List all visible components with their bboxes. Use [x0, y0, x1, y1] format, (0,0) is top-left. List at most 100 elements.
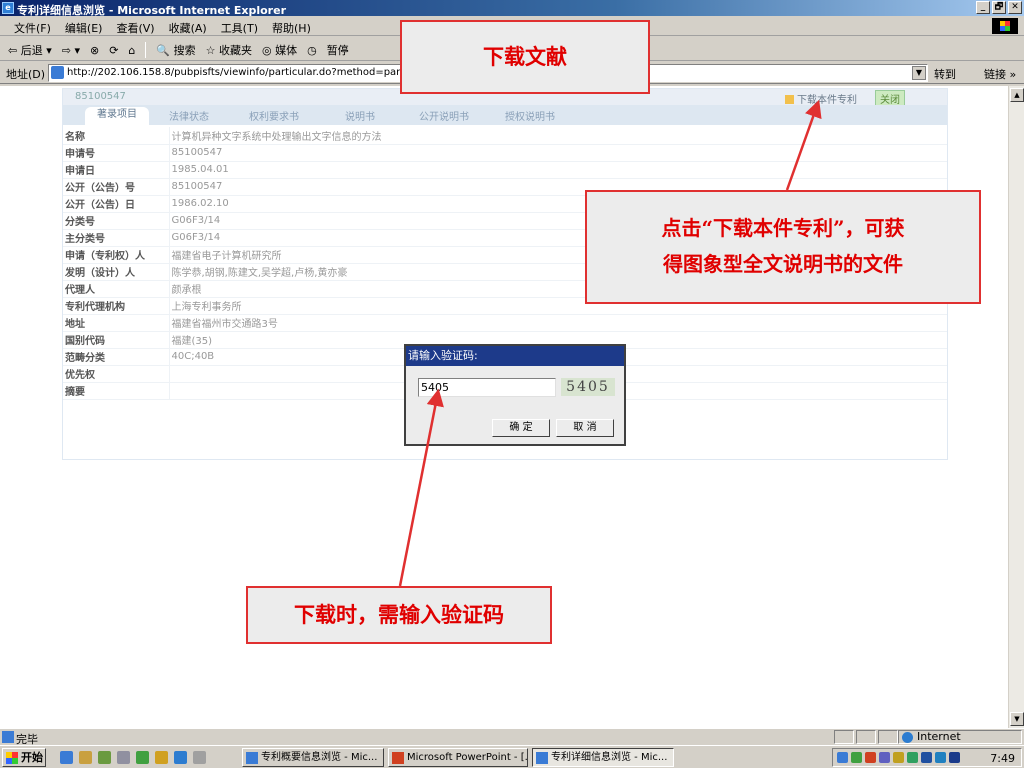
menu-view[interactable]: 查看(V): [116, 20, 154, 36]
field-value: 85100547: [168, 144, 947, 162]
field-label: 优先权: [63, 365, 169, 383]
tray-icon-4[interactable]: [879, 752, 890, 763]
confirm-button[interactable]: 确 定: [492, 419, 550, 437]
callout-captcha-hint: 下载时，需输入验证码: [246, 586, 552, 644]
windows-logo-icon: [992, 18, 1018, 34]
home-icon[interactable]: ⌂: [128, 44, 135, 57]
tray-icon-1[interactable]: [837, 752, 848, 763]
scroll-down-icon[interactable]: ▼: [1010, 712, 1024, 726]
callout-download-hint: 点击“下载本件专利”，可获 得图象型全文说明书的文件: [585, 190, 981, 304]
app-quicklaunch-icon[interactable]: [174, 751, 187, 764]
field-label: 申请（专利权）人: [63, 246, 169, 264]
ime-icon[interactable]: [949, 752, 960, 763]
tab-grant-description[interactable]: 授权说明书: [505, 108, 555, 123]
cancel-button[interactable]: 取 消: [556, 419, 614, 437]
close-window-button[interactable]: ✕: [1008, 1, 1022, 14]
app2-quicklaunch-icon[interactable]: [193, 751, 206, 764]
tab-bibliographic[interactable]: 著录项目: [85, 107, 149, 125]
field-label: 公开（公告）日: [63, 195, 169, 213]
tab-publication-description[interactable]: 公开说明书: [419, 108, 469, 123]
status-bar: 完毕 Internet: [0, 728, 1024, 746]
ie-icon: e: [2, 2, 14, 14]
window-title-bar[interactable]: e 专利详细信息浏览 - Microsoft Internet Explorer…: [0, 0, 1024, 17]
field-label: 地址: [63, 314, 169, 332]
page-status-icon: [2, 731, 14, 743]
field-value: 福建省福州市交通路3号: [168, 314, 947, 332]
tray-icon-3[interactable]: [865, 752, 876, 763]
tab-legal-status[interactable]: 法律状态: [169, 108, 209, 123]
patent-tabs: 著录项目 法律状态 权利要求书 说明书 公开说明书 授权说明书: [63, 105, 947, 125]
ie-quicklaunch-icon[interactable]: [60, 751, 73, 764]
field-label: 专利代理机构: [63, 297, 169, 315]
tray-icon-2[interactable]: [851, 752, 862, 763]
minimize-button[interactable]: _: [976, 1, 990, 14]
start-button[interactable]: 开始: [2, 748, 46, 767]
tree-quicklaunch-icon[interactable]: [155, 751, 168, 764]
restore-button[interactable]: 🗗: [992, 1, 1006, 14]
field-label: 申请号: [63, 144, 169, 162]
back-button[interactable]: ⇦ 后退 ▾: [8, 42, 52, 58]
system-tray: 7:49: [832, 748, 1022, 767]
field-label: 代理人: [63, 280, 169, 298]
quick-launch: [60, 751, 206, 764]
clock: 7:49: [990, 752, 1015, 765]
vertical-scrollbar[interactable]: ▲ ▼: [1008, 86, 1024, 728]
download-patent-link[interactable]: 下载本件专利: [785, 91, 857, 106]
field-label: 国别代码: [63, 331, 169, 349]
taskbar: 开始 专利概要信息浏览 - Mic... Microsoft PowerPoin…: [0, 745, 1024, 768]
table-row: 申请日 1985.04.01: [63, 161, 947, 179]
pause-button[interactable]: 暂停: [327, 42, 349, 58]
menu-favorites[interactable]: 收藏(A): [169, 20, 207, 36]
menu-tools[interactable]: 工具(T): [221, 20, 258, 36]
zone-label: Internet: [917, 730, 961, 743]
callout-download-hint-line1: 点击“下载本件专利”，可获: [661, 216, 905, 240]
explorer-quicklaunch-icon[interactable]: [98, 751, 111, 764]
captcha-input[interactable]: 5405: [418, 378, 556, 397]
callout-download-literature: 下载文献: [400, 20, 650, 94]
field-label: 范畴分类: [63, 348, 169, 366]
favorites-button[interactable]: ☆ 收藏夹: [206, 42, 252, 58]
task-patent-detail[interactable]: 专利详细信息浏览 - Mic...: [532, 748, 674, 767]
stop-icon[interactable]: ⊗: [90, 44, 99, 57]
captcha-dialog-title: 请输入验证码:: [406, 346, 624, 366]
security-zone: Internet: [898, 730, 1022, 744]
go-button[interactable]: 转到: [934, 66, 956, 82]
table-row: 申请号 85100547: [63, 144, 947, 162]
field-value: 计算机异种文字系统中处理输出文字信息的方法: [168, 127, 947, 145]
tray-icon-7[interactable]: [921, 752, 932, 763]
address-dropdown-icon[interactable]: ▼: [912, 66, 926, 80]
field-label: 申请日: [63, 161, 169, 179]
scroll-up-icon[interactable]: ▲: [1010, 88, 1024, 102]
window-controls: _ 🗗 ✕: [976, 1, 1022, 14]
address-label: 地址(D): [6, 68, 46, 81]
links-button[interactable]: 链接 »: [984, 66, 1016, 82]
download-icon: [785, 95, 794, 104]
media-quicklaunch-icon[interactable]: [136, 751, 149, 764]
field-label: 公开（公告）号: [63, 178, 169, 196]
tray-icon-6[interactable]: [907, 752, 918, 763]
field-value: 1985.04.01: [168, 161, 947, 179]
task-powerpoint[interactable]: Microsoft PowerPoint - [...: [388, 748, 528, 767]
task-patent-summary[interactable]: 专利概要信息浏览 - Mic...: [242, 748, 384, 767]
media-button[interactable]: ◎ 媒体: [262, 42, 297, 58]
tab-claims[interactable]: 权利要求书: [249, 108, 299, 123]
menu-edit[interactable]: 编辑(E): [65, 20, 103, 36]
tray-icon-5[interactable]: [893, 752, 904, 763]
table-row: 地址 福建省福州市交通路3号: [63, 314, 947, 332]
tray-icon-8[interactable]: [935, 752, 946, 763]
field-label: 名称: [63, 127, 169, 145]
refresh-icon[interactable]: ⟳: [109, 44, 118, 57]
forward-button[interactable]: ⇨ ▾: [62, 44, 80, 57]
menu-help[interactable]: 帮助(H): [272, 20, 311, 36]
search-button[interactable]: 🔍 搜索: [156, 42, 195, 58]
tab-description[interactable]: 说明书: [345, 108, 375, 123]
field-label: 摘要: [63, 382, 169, 400]
address-url: http://202.106.158.8/pubpisfts/viewinfo/…: [67, 67, 454, 78]
outlook-quicklaunch-icon[interactable]: [79, 751, 92, 764]
menu-file[interactable]: 文件(F): [14, 20, 51, 36]
desktop-quicklaunch-icon[interactable]: [117, 751, 130, 764]
captcha-image: 5405: [561, 378, 615, 396]
globe-icon: [902, 732, 913, 743]
history-icon[interactable]: ◷: [307, 44, 317, 57]
callout-download-hint-line2: 得图象型全文说明书的文件: [663, 252, 903, 276]
